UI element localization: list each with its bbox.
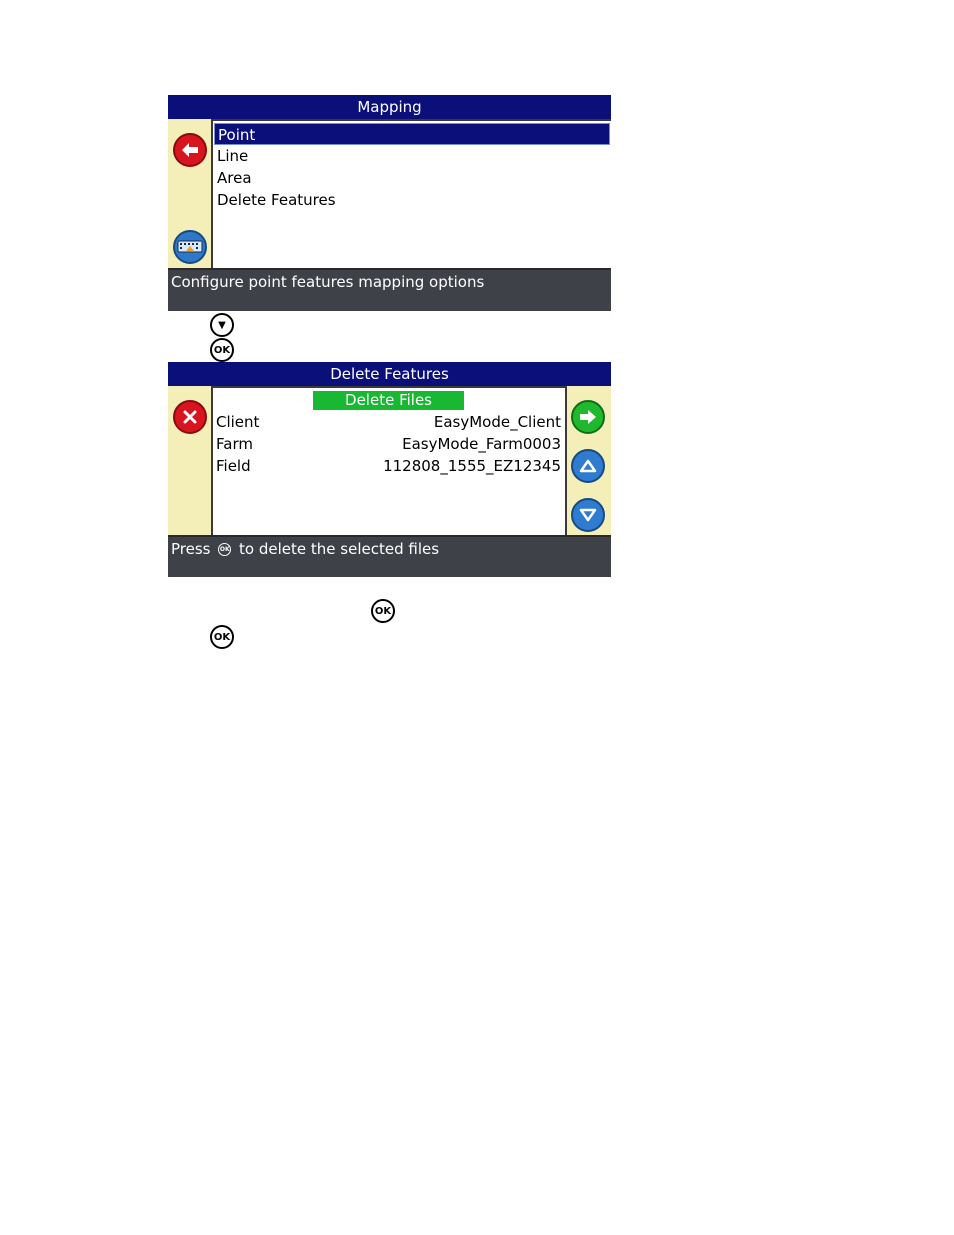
- delete-files-header: Delete Files: [313, 391, 464, 410]
- status-press-text: Press: [171, 540, 211, 558]
- row-value: EasyMode_Client: [433, 413, 561, 431]
- delete-left-panel: [168, 386, 213, 535]
- file-row-farm[interactable]: Farm EasyMode_Farm0003: [213, 433, 565, 455]
- up-arrow-icon: [579, 459, 597, 473]
- ok-key-label: OK: [213, 631, 231, 643]
- scroll-up-button[interactable]: [571, 449, 605, 483]
- menu-item-delete-features[interactable]: Delete Features: [214, 189, 610, 211]
- ok-key-label: OK: [213, 344, 231, 356]
- menu-item-line[interactable]: Line: [214, 145, 610, 167]
- delete-right-panel: [565, 386, 611, 535]
- ok-key-icon: OK: [210, 338, 234, 362]
- mapping-title: Mapping: [168, 95, 611, 119]
- mapping-status-bar: Configure point features mapping options: [168, 268, 611, 311]
- next-arrow-icon: [580, 410, 596, 424]
- status-instruction-text: to delete the selected files: [239, 540, 440, 558]
- back-button[interactable]: [173, 133, 207, 167]
- row-label: Farm: [216, 435, 253, 453]
- ok-key-icon-inline: OK: [371, 599, 395, 623]
- delete-features-screen: Delete Features Delete Files Client Easy…: [168, 362, 611, 577]
- down-arrow-icon: [579, 508, 597, 522]
- mapping-left-panel: [168, 119, 213, 268]
- row-label: Client: [216, 413, 260, 431]
- close-icon: [183, 410, 197, 424]
- mapping-menu-list: Point Line Area Delete Features: [213, 119, 611, 268]
- delete-status-bar: Press OK to delete the selected files: [168, 535, 611, 577]
- down-key-glyph: ▼: [218, 319, 226, 331]
- down-key-icon: ▼: [210, 313, 234, 337]
- back-arrow-icon: [182, 143, 198, 157]
- inline-ok-icon: OK: [218, 543, 232, 556]
- menu-item-point[interactable]: Point: [214, 123, 610, 145]
- file-row-client[interactable]: Client EasyMode_Client: [213, 411, 565, 433]
- scroll-down-button[interactable]: [571, 498, 605, 532]
- keyboard-icon: [177, 240, 203, 253]
- next-button[interactable]: [571, 400, 605, 434]
- row-value: EasyMode_Farm0003: [402, 435, 561, 453]
- file-row-field[interactable]: Field 112808_1555_EZ12345: [213, 455, 565, 477]
- delete-files-list: Delete Files Client EasyMode_Client Farm…: [213, 386, 565, 535]
- mapping-status-text: Configure point features mapping options: [171, 273, 485, 291]
- row-label: Field: [216, 457, 251, 475]
- keyboard-button[interactable]: [173, 230, 207, 264]
- delete-features-title: Delete Features: [168, 362, 611, 386]
- ok-key-label: OK: [374, 605, 392, 617]
- cancel-button[interactable]: [173, 400, 207, 434]
- ok-key-icon-final: OK: [210, 625, 234, 649]
- row-value: 112808_1555_EZ12345: [383, 457, 561, 475]
- mapping-screen: Mapping Point Line Area Delete Features …: [168, 95, 611, 311]
- menu-item-area[interactable]: Area: [214, 167, 610, 189]
